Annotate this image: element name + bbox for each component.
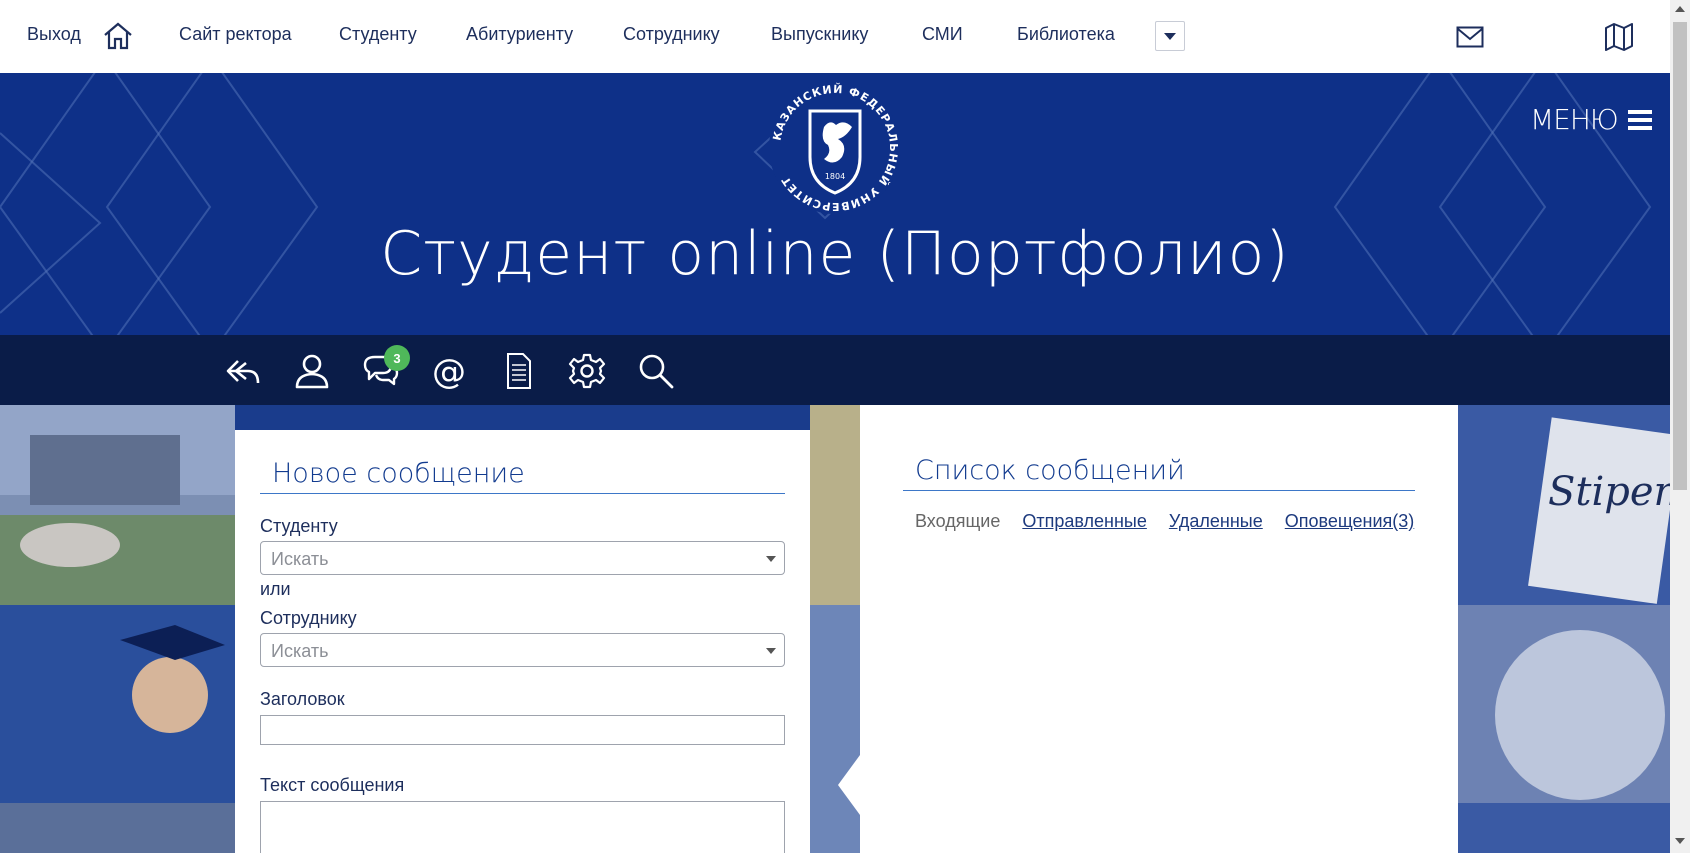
more-nav-button[interactable] bbox=[1155, 21, 1185, 51]
message-body-textarea[interactable] bbox=[260, 801, 785, 853]
document-icon[interactable] bbox=[499, 351, 539, 391]
nav-student[interactable]: Студенту bbox=[339, 24, 417, 45]
scroll-thumb[interactable] bbox=[1673, 22, 1687, 490]
unread-messages-badge: 3 bbox=[384, 345, 410, 371]
student-select[interactable]: Искать bbox=[260, 541, 785, 575]
back-icon[interactable] bbox=[224, 351, 264, 391]
subject-label: Заголовок bbox=[260, 689, 345, 709]
panel-pointer bbox=[838, 755, 860, 815]
menu-label: МЕНЮ bbox=[1530, 103, 1619, 136]
map-icon[interactable] bbox=[1604, 22, 1634, 52]
university-logo: КАЗАНСКИЙ ФЕДЕРАЛЬНЫЙ УНИВЕРСИТЕТ 1804 bbox=[769, 82, 901, 214]
chevron-down-icon bbox=[766, 648, 776, 654]
employee-select[interactable]: Искать bbox=[260, 633, 785, 667]
employee-select-placeholder: Искать bbox=[271, 641, 329, 661]
or-label: или bbox=[260, 579, 291, 599]
new-message-panel: Новое сообщение Студенту Искать или Сотр… bbox=[235, 430, 810, 853]
nav-applicant[interactable]: Абитуриенту bbox=[466, 24, 573, 45]
nav-employee[interactable]: Сотруднику bbox=[623, 24, 720, 45]
mail-icon[interactable] bbox=[1456, 26, 1484, 48]
home-icon[interactable] bbox=[102, 20, 134, 52]
scroll-down-icon[interactable] bbox=[1675, 838, 1685, 844]
tab-notifications[interactable]: Оповещения(3) bbox=[1285, 511, 1415, 532]
employee-label: Сотруднику bbox=[260, 608, 357, 628]
email-icon[interactable]: @ bbox=[432, 352, 466, 392]
new-message-title: Новое сообщение bbox=[260, 430, 785, 494]
svg-text:1804: 1804 bbox=[825, 172, 845, 181]
hamburger-icon bbox=[1627, 109, 1652, 130]
profile-icon[interactable] bbox=[292, 351, 332, 391]
stipendium-photo-text: Stipendiu bbox=[1548, 469, 1670, 515]
page-title: Студент online (Портфолио) bbox=[380, 219, 1290, 289]
portfolio-toolbar: 3 @ bbox=[0, 335, 1670, 405]
nav-library[interactable]: Библиотека bbox=[1017, 24, 1115, 45]
message-list-panel: Список сообщений Входящие Отправленные У… bbox=[860, 405, 1458, 853]
message-folder-tabs: Входящие Отправленные Удаленные Оповещен… bbox=[903, 511, 1415, 532]
nav-rector-site[interactable]: Сайт ректора bbox=[179, 24, 292, 45]
subject-input[interactable] bbox=[260, 715, 785, 745]
body-label: Текст сообщения bbox=[260, 775, 405, 795]
main-menu-button[interactable]: МЕНЮ bbox=[1530, 103, 1652, 136]
message-list-title: Список сообщений bbox=[903, 405, 1415, 491]
page-scrollbar[interactable] bbox=[1670, 0, 1690, 853]
student-select-placeholder: Искать bbox=[271, 549, 329, 569]
student-label: Студенту bbox=[260, 516, 338, 536]
nav-graduate[interactable]: Выпускнику bbox=[771, 24, 868, 45]
chevron-down-icon bbox=[1164, 32, 1176, 40]
search-icon[interactable] bbox=[636, 351, 676, 391]
settings-icon[interactable] bbox=[567, 351, 607, 391]
nav-media[interactable]: СМИ bbox=[922, 24, 963, 45]
tab-sent[interactable]: Отправленные bbox=[1022, 511, 1147, 532]
scroll-up-icon[interactable] bbox=[1675, 6, 1685, 12]
top-navigation: Выход Сайт ректора Студенту Абитуриенту … bbox=[0, 0, 1670, 73]
hero-banner: КАЗАНСКИЙ ФЕДЕРАЛЬНЫЙ УНИВЕРСИТЕТ 1804 С… bbox=[0, 73, 1670, 335]
chevron-down-icon bbox=[766, 556, 776, 562]
tab-inbox[interactable]: Входящие bbox=[915, 511, 1000, 532]
logout-link[interactable]: Выход bbox=[27, 24, 81, 45]
tab-deleted[interactable]: Удаленные bbox=[1169, 511, 1263, 532]
